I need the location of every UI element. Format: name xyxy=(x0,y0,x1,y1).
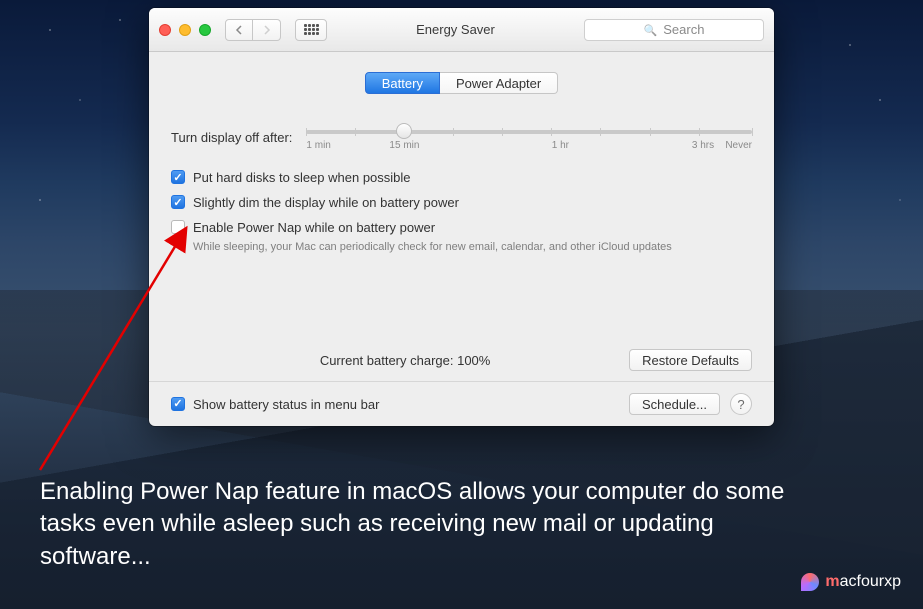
power-nap-description: While sleeping, your Mac can periodicall… xyxy=(193,241,752,253)
watermark: macfourxp xyxy=(801,573,901,591)
opt-hard-disk[interactable]: Put hard disks to sleep when possible xyxy=(171,170,752,185)
brand-text: macfourxp xyxy=(825,573,901,591)
tab-switcher: Battery Power Adapter xyxy=(171,72,752,94)
preferences-window: Energy Saver Search Battery Power Adapte… xyxy=(149,8,774,426)
slider-thumb[interactable] xyxy=(396,123,412,139)
titlebar: Energy Saver Search xyxy=(149,8,774,52)
checkbox-icon xyxy=(171,195,185,209)
content-area: Battery Power Adapter Turn display off a… xyxy=(149,52,774,253)
checkbox-list: Put hard disks to sleep when possible Sl… xyxy=(171,170,752,253)
footer-options-row: Show battery status in menu bar Schedule… xyxy=(149,382,774,426)
tab-battery[interactable]: Battery xyxy=(365,72,440,94)
brand-logo-icon xyxy=(801,573,819,591)
search-icon xyxy=(644,22,658,37)
forward-button[interactable] xyxy=(253,19,281,41)
footer-status-row: Current battery charge: 100% Restore Def… xyxy=(149,349,774,382)
display-off-slider[interactable]: 1 min 15 min 1 hr 3 hrs Never xyxy=(306,122,752,152)
schedule-button[interactable]: Schedule... xyxy=(629,393,720,415)
minimize-icon[interactable] xyxy=(179,24,191,36)
maximize-icon[interactable] xyxy=(199,24,211,36)
grid-icon xyxy=(304,24,319,35)
slider-ticks xyxy=(306,128,752,136)
opt-menu-bar-status[interactable]: Show battery status in menu bar xyxy=(171,397,379,412)
tab-label: Battery xyxy=(382,76,423,91)
checkbox-label: Put hard disks to sleep when possible xyxy=(193,170,411,185)
back-button[interactable] xyxy=(225,19,253,41)
window-title: Energy Saver xyxy=(335,22,576,37)
search-placeholder: Search xyxy=(663,22,704,37)
button-label: Restore Defaults xyxy=(642,353,739,368)
slider-label: Turn display off after: xyxy=(171,130,292,145)
checkbox-label: Slightly dim the display while on batter… xyxy=(193,195,459,210)
restore-defaults-button[interactable]: Restore Defaults xyxy=(629,349,752,371)
checkbox-icon xyxy=(171,170,185,184)
window-controls xyxy=(159,24,217,36)
tab-power-adapter[interactable]: Power Adapter xyxy=(440,72,558,94)
checkbox-icon xyxy=(171,397,185,411)
checkbox-label: Enable Power Nap while on battery power xyxy=(193,220,435,235)
slider-scale: 1 min 15 min 1 hr 3 hrs Never xyxy=(306,140,752,151)
caption-text: Enabling Power Nap feature in macOS allo… xyxy=(40,476,803,573)
tab-label: Power Adapter xyxy=(456,76,541,91)
opt-dim-display[interactable]: Slightly dim the display while on batter… xyxy=(171,195,752,210)
display-off-slider-row: Turn display off after: 1 min 15 min 1 h… xyxy=(171,122,752,152)
battery-charge-status: Current battery charge: 100% xyxy=(171,353,629,368)
opt-power-nap[interactable]: Enable Power Nap while on battery power xyxy=(171,220,752,235)
close-icon[interactable] xyxy=(159,24,171,36)
checkbox-label: Show battery status in menu bar xyxy=(193,397,379,412)
show-all-button[interactable] xyxy=(295,19,327,41)
checkbox-icon xyxy=(171,220,185,234)
button-label: Schedule... xyxy=(642,397,707,412)
help-button[interactable]: ? xyxy=(730,393,752,415)
help-icon: ? xyxy=(737,397,744,412)
search-input[interactable]: Search xyxy=(584,19,764,41)
nav-back-forward xyxy=(225,19,281,41)
